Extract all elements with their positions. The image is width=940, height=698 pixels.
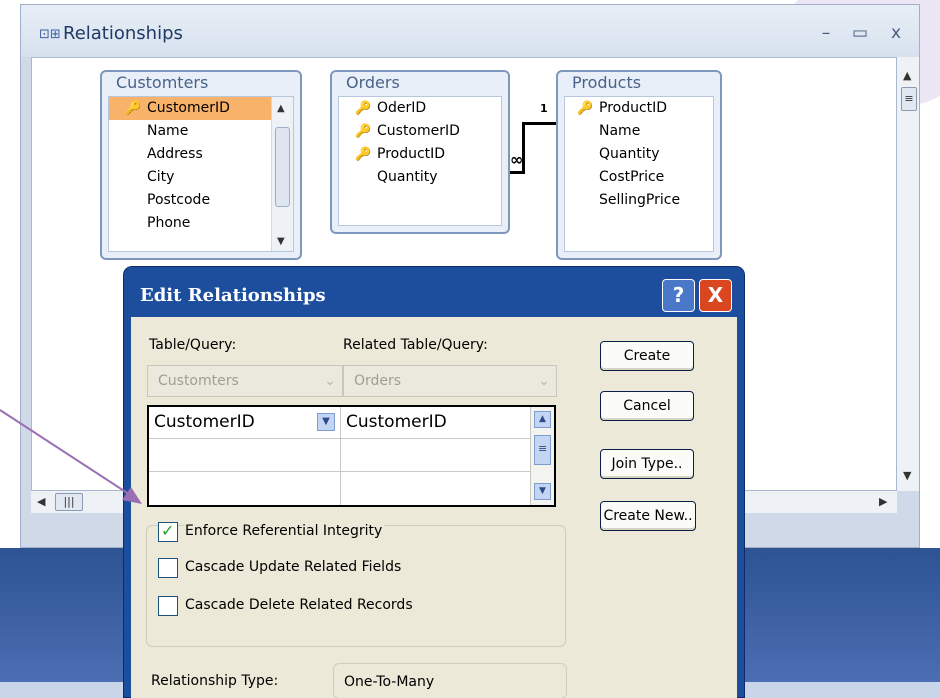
arrow-shaft: [0, 409, 139, 501]
arrow-head: [122, 487, 142, 504]
annotation-arrow: [0, 409, 142, 504]
